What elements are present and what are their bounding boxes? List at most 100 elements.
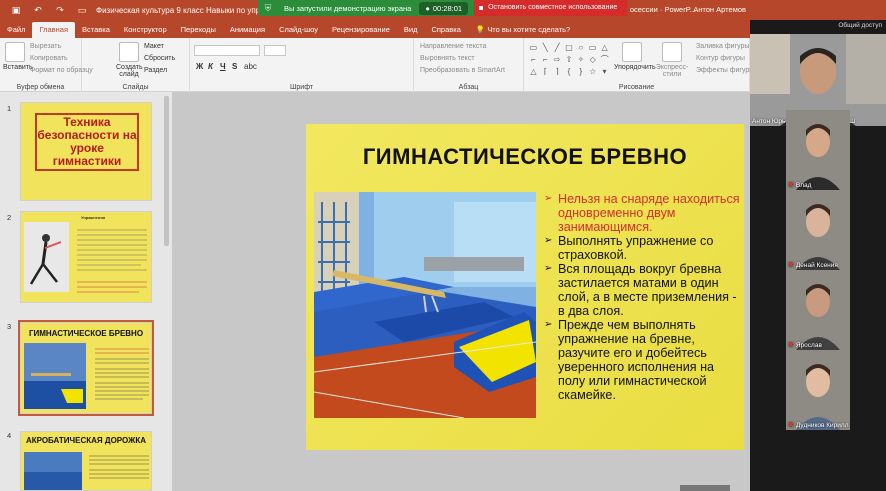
participant-video-tile[interactable]: ✖ Влад xyxy=(786,110,850,190)
titlebar-right-text: осессии · PowerP... xyxy=(629,5,696,14)
stop-share-button[interactable]: Остановить совместное использование xyxy=(474,0,628,16)
slide-editor: ГИМНАСТИЧЕСКОЕ БРЕВНО ➢ Нельзя на снаряд… xyxy=(172,92,750,491)
slides-group: Создать слайд Макет Сбросить Раздел Слай… xyxy=(82,38,190,92)
font-size-input[interactable] xyxy=(264,45,286,56)
reset-button[interactable]: Сбросить xyxy=(144,55,175,62)
shape-icon[interactable]: ⇨ xyxy=(552,54,563,65)
slide-bullet: Прежде чем выполнять упражнение на бревн… xyxy=(544,318,740,402)
shape-icon[interactable]: ○ xyxy=(575,42,586,53)
shape-icon[interactable]: ▢ xyxy=(564,42,575,53)
save-icon[interactable]: ▣ xyxy=(10,5,22,15)
slide-title[interactable]: ГИМНАСТИЧЕСКОЕ БРЕВНО xyxy=(306,144,744,170)
tell-me-search[interactable]: 💡 Что вы хотите сделать? xyxy=(476,22,570,38)
tab-4[interactable]: Переходы xyxy=(174,22,223,38)
tab-9[interactable]: Справка xyxy=(424,22,467,38)
clipboard-group: Вставить Вырезать Копировать Формат по о… xyxy=(0,38,93,92)
tab-7[interactable]: Рецензирование xyxy=(325,22,397,38)
drawing-group: ▭ ╲ ╱ ▢ ○ ▭ △ ⌐ ⌐ ⇨ ⇧ ✧ ◇ ⌒ △ ⌈ ⌉{} ☆ ▾ Упорядочить Эксп… xyxy=(524,38,754,92)
quick-styles-button[interactable]: Экспресс-стили xyxy=(654,42,690,78)
shadow-button[interactable]: S xyxy=(232,62,237,71)
shape-icon[interactable]: ⌈ xyxy=(540,66,551,77)
participant-name-text: Дудников Кирилл xyxy=(795,422,849,429)
ribbon-tabs: Файл Главная Вставка Конструктор Переходы Ани… xyxy=(0,20,750,38)
gym-beam-photo[interactable] xyxy=(314,192,536,418)
thumbnail-4-graphic xyxy=(24,452,149,490)
tab-6[interactable]: Слайд-шоу xyxy=(272,22,325,38)
shape-fill-button[interactable]: Заливка фигуры xyxy=(696,43,749,50)
participant-video-tile[interactable]: ✖ Денай Ксения xyxy=(786,190,850,270)
layout-button[interactable]: Макет xyxy=(144,43,164,50)
tab-5[interactable]: Анимация xyxy=(223,22,272,38)
tab-2[interactable]: Вставка xyxy=(75,22,117,38)
slides-group-label: Слайды xyxy=(122,84,149,91)
current-slide[interactable]: ГИМНАСТИЧЕСКОЕ БРЕВНО ➢ Нельзя на снаряд… xyxy=(306,124,744,450)
section-button[interactable]: Раздел xyxy=(144,67,167,74)
tab-3[interactable]: Конструктор xyxy=(117,22,174,38)
shape-icon[interactable]: △ xyxy=(528,66,539,77)
slide-thumbnails-panel: 1 Техника безопасности на уроке гимнасти… xyxy=(0,92,172,491)
tab-8[interactable]: Вид xyxy=(397,22,425,38)
participant-video-graphic xyxy=(786,190,850,270)
slide-number: 4 xyxy=(7,431,12,440)
text-direction-button[interactable]: Направление текста xyxy=(420,43,486,50)
mic-muted-icon: ✖ xyxy=(788,262,794,269)
shape-icon[interactable]: ⌉ xyxy=(552,66,563,77)
shape-icon[interactable]: ▾ xyxy=(599,66,610,77)
participant-name-text: Денай Ксения xyxy=(795,262,838,269)
shape-effects-button[interactable]: Эффекты фигуры xyxy=(696,67,754,74)
shield-icon: ⛨ xyxy=(264,3,272,13)
strikethrough-button[interactable]: abc xyxy=(244,62,257,71)
thumbnails-scrollbar[interactable] xyxy=(164,96,169,246)
shape-icon[interactable]: ⌐ xyxy=(540,54,551,65)
shape-icon[interactable]: ✧ xyxy=(575,54,586,65)
shape-outline-button[interactable]: Контур фигуры xyxy=(696,55,745,62)
redo-icon[interactable]: ↷ xyxy=(54,5,66,15)
shape-icon[interactable]: ╱ xyxy=(552,42,563,53)
slide-thumbnail-1[interactable]: Техника безопасности на уроке гимнастики xyxy=(20,102,152,201)
undo-icon[interactable]: ↶ xyxy=(32,5,44,15)
shape-icon[interactable]: ⌒ xyxy=(599,54,610,65)
shape-icon[interactable]: ╲ xyxy=(540,42,551,53)
participant-video-tile[interactable]: ✖ Ярослав xyxy=(786,270,850,350)
tab-0[interactable]: Файл xyxy=(0,22,32,38)
shape-icon[interactable]: } xyxy=(575,66,586,77)
participant-video-tile[interactable]: ✖ Дудников Кирилл xyxy=(786,350,850,430)
slide-thumbnail-3[interactable]: ГИМНАСТИЧЕСКОЕ БРЕВНО xyxy=(18,320,154,416)
shape-icon[interactable]: ◇ xyxy=(587,54,598,65)
lightbulb-icon: 💡 xyxy=(475,25,486,34)
slide-bullet-list[interactable]: Нельзя на снаряде находиться одновременн… xyxy=(544,192,740,402)
slide-thumbnail-2[interactable]: Упражнения xyxy=(20,211,152,303)
paste-label: Вставить xyxy=(3,64,33,71)
thumbnail-2-graphic xyxy=(24,222,147,293)
arrange-button[interactable]: Упорядочить xyxy=(614,42,656,71)
new-slide-label: Создать слайд xyxy=(116,64,143,78)
participant-name: ✖ Влад xyxy=(788,181,811,189)
smartart-button[interactable]: Преобразовать в SmartArt xyxy=(420,67,505,74)
bold-button[interactable]: Ж xyxy=(196,62,203,71)
italic-button[interactable]: К xyxy=(208,62,213,71)
paste-button[interactable]: Вставить xyxy=(3,42,33,71)
shape-icon[interactable]: ☆ xyxy=(587,66,598,77)
screen-share-banner: ⛨ Вы запустили демонстрацию экрана ● 00:… xyxy=(258,0,628,16)
underline-button[interactable]: Ч xyxy=(220,62,226,71)
tab-1[interactable]: Главная xyxy=(32,22,75,38)
account-name[interactable]: Антон Артемов xyxy=(693,5,746,14)
shape-icon[interactable]: ▭ xyxy=(587,42,598,53)
shapes-gallery[interactable]: ▭ ╲ ╱ ▢ ○ ▭ △ ⌐ ⌐ ⇨ ⇧ ✧ ◇ ⌒ △ ⌈ ⌉{} ☆ ▾ xyxy=(528,42,610,76)
shape-icon[interactable]: ⇧ xyxy=(564,54,575,65)
copy-button[interactable]: Копировать xyxy=(30,55,68,62)
present-icon[interactable]: ▭ xyxy=(76,5,88,15)
shape-icon[interactable]: △ xyxy=(599,42,610,53)
participant-video-graphic xyxy=(786,110,850,190)
shape-icon[interactable]: ▭ xyxy=(528,42,539,53)
slide-thumbnail-4[interactable]: АКРОБАТИЧЕСКАЯ ДОРОЖКА xyxy=(20,431,152,491)
participant-video-graphic xyxy=(786,270,850,350)
shape-icon[interactable]: ⌐ xyxy=(528,54,539,65)
new-slide-button[interactable]: Создать слайд xyxy=(116,42,143,78)
tell-me-text: Что вы хотите сделать? xyxy=(487,25,571,34)
align-text-button[interactable]: Выровнять текст xyxy=(420,55,475,62)
font-name-input[interactable] xyxy=(194,45,260,56)
shape-icon[interactable]: { xyxy=(564,66,575,77)
mic-muted-icon: ✖ xyxy=(788,422,794,429)
cut-button[interactable]: Вырезать xyxy=(30,43,61,50)
